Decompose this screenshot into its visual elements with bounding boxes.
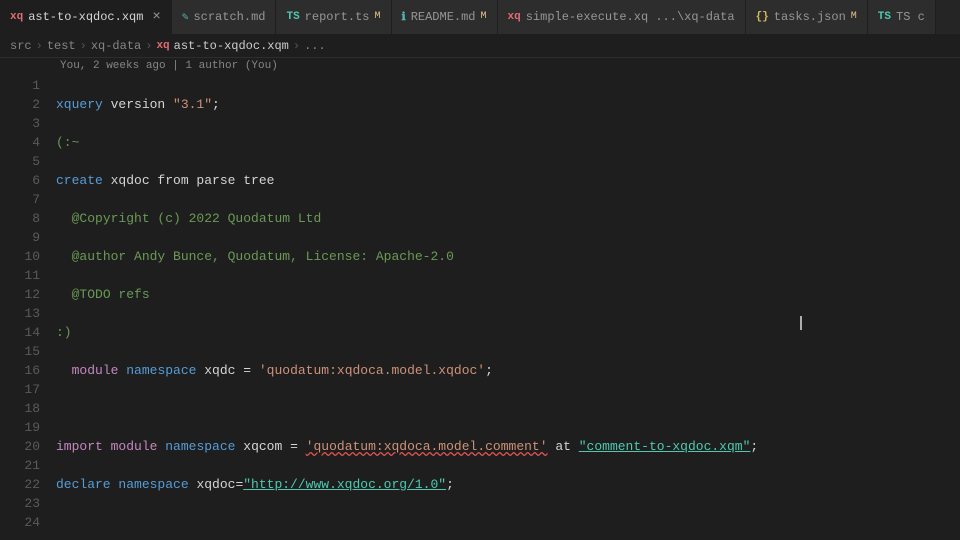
tab-label-simple: simple-execute.xq ...\xq-data — [526, 10, 735, 24]
code-line — [56, 399, 960, 418]
breadcrumb-src[interactable]: src — [10, 39, 32, 53]
tab-tasks[interactable]: {} tasks.json M — [746, 0, 868, 34]
tab-label-readme: README.md — [411, 10, 476, 24]
tab-modified-report: M — [374, 11, 380, 22]
tab-label-ts2: TS c — [896, 10, 925, 24]
tab-close-ast[interactable]: × — [152, 9, 160, 25]
editor: 12345 678910 1112131415 1617181920 21222… — [0, 76, 960, 533]
code-line: module namespace xqdc = 'quodatum:xqdoca… — [56, 361, 960, 380]
git-blame: You, 2 weeks ago | 1 author (You) — [0, 58, 960, 76]
code-line: create xqdoc from parse tree — [56, 171, 960, 190]
tab-scratch[interactable]: ✎ scratch.md — [172, 0, 277, 34]
code-line: declare namespace xqdoc="http://www.xqdo… — [56, 475, 960, 494]
code-line: xquery version "3.1"; — [56, 95, 960, 114]
line-numbers: 12345 678910 1112131415 1617181920 21222… — [0, 76, 48, 533]
tab-label-scratch: scratch.md — [193, 10, 265, 24]
code-line: @author Andy Bunce, Quodatum, License: A… — [56, 247, 960, 266]
code-line: @Copyright (c) 2022 Quodatum Ltd — [56, 209, 960, 228]
breadcrumb-test[interactable]: test — [47, 39, 76, 53]
tab-report[interactable]: TS report.ts M — [276, 0, 391, 34]
tab-modified-tasks: M — [851, 11, 857, 22]
code-area: 12345 678910 1112131415 1617181920 21222… — [0, 76, 960, 533]
tab-ts2[interactable]: TS TS c — [868, 0, 936, 34]
tab-icon-md2: ℹ — [402, 10, 406, 24]
code-line: @TODO refs — [56, 285, 960, 304]
breadcrumb-ellipsis[interactable]: ... — [304, 39, 326, 53]
tab-modified-readme: M — [481, 11, 487, 22]
tab-ast-to-xqdoc[interactable]: xq ast-to-xqdoc.xqm × — [0, 0, 172, 34]
tab-label-ast: ast-to-xqdoc.xqm — [28, 10, 143, 24]
code-line — [56, 513, 960, 532]
breadcrumb: src › test › xq-data › xq ast-to-xqdoc.x… — [0, 35, 960, 58]
breadcrumb-icon-xq: xq — [156, 40, 169, 52]
breadcrumb-xq-data[interactable]: xq-data — [91, 39, 141, 53]
tab-icon-ts2: TS — [878, 11, 891, 23]
code-line: import module namespace xqcom = 'quodatu… — [56, 437, 960, 456]
tab-label-report: report.ts — [305, 10, 370, 24]
code-line: (:~ — [56, 133, 960, 152]
tab-icon-md1: ✎ — [182, 10, 189, 24]
tab-simple-execute[interactable]: xq simple-execute.xq ...\xq-data — [498, 0, 746, 34]
tab-bar: xq ast-to-xqdoc.xqm × ✎ scratch.md TS re… — [0, 0, 960, 35]
tab-icon-json: {} — [756, 11, 769, 23]
code-line: :) — [56, 323, 960, 342]
tab-icon-xq2: xq — [508, 11, 521, 23]
tab-icon-ts1: TS — [286, 11, 299, 23]
breadcrumb-current-file[interactable]: ast-to-xqdoc.xqm — [174, 39, 289, 53]
tab-readme[interactable]: ℹ README.md M — [392, 0, 498, 34]
tab-icon-xq: xq — [10, 11, 23, 23]
tab-label-tasks: tasks.json — [774, 10, 846, 24]
code-content: xquery version "3.1"; (:~ create xqdoc f… — [48, 76, 960, 533]
